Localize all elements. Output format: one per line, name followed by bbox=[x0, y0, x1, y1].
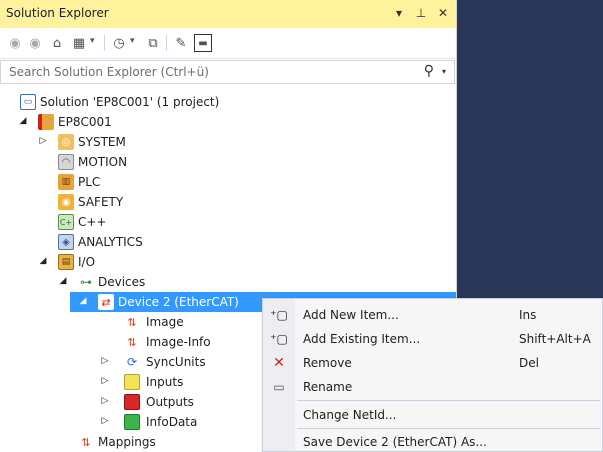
context-menu: ⁺▢ Add New Item... Ins ⁺▢ Add Existing I… bbox=[262, 298, 603, 452]
menu-item-add-existing-item[interactable]: ⁺▢ Add Existing Item... Shift+Alt+A bbox=[263, 327, 602, 351]
infodata-icon bbox=[124, 414, 140, 430]
panel-title: Solution Explorer bbox=[6, 6, 109, 20]
collapsed-icon[interactable]: ▷ bbox=[38, 136, 48, 148]
image-icon: ⇅ bbox=[127, 315, 137, 329]
menu-separator bbox=[297, 400, 600, 401]
solution-icon: ▭ bbox=[20, 94, 36, 110]
ide-window: Solution Explorer ▾ ⊥ ✕ ◉ ◉ ⌂ ▦ ▾ ◷ ▾ ⧉ … bbox=[0, 0, 603, 452]
tree-item-cpp[interactable]: C+ C++ bbox=[0, 212, 456, 232]
menu-separator bbox=[297, 428, 600, 429]
panel-toolbar: ◉ ◉ ⌂ ▦ ▾ ◷ ▾ ⧉ ✎ ▬ bbox=[0, 28, 456, 59]
menu-item-save-as[interactable]: Save Device 2 (EtherCAT) As... bbox=[263, 430, 602, 452]
analytics-icon: ◈ bbox=[58, 234, 74, 250]
system-icon: ◎ bbox=[58, 134, 74, 150]
menu-item-rename[interactable]: ▭ Rename bbox=[263, 375, 602, 399]
back-icon[interactable]: ◉ bbox=[6, 34, 24, 52]
panel-title-bar: Solution Explorer ▾ ⊥ ✕ bbox=[0, 0, 456, 28]
expanded-icon[interactable]: ◢ bbox=[38, 256, 48, 268]
syncunits-icon: ⟳ bbox=[126, 355, 138, 369]
expanded-icon[interactable]: ◢ bbox=[78, 296, 88, 308]
collapsed-icon[interactable]: ▷ bbox=[100, 356, 110, 368]
forward-icon[interactable]: ◉ bbox=[26, 34, 44, 52]
home-icon[interactable]: ⌂ bbox=[48, 34, 66, 52]
ethercat-device-icon: ⇄ bbox=[98, 294, 114, 310]
io-icon: ▤ bbox=[58, 254, 74, 270]
properties-icon[interactable]: ✎ bbox=[172, 34, 190, 52]
rename-icon: ▭ bbox=[273, 380, 285, 394]
tree-item-motion[interactable]: ◠ MOTION bbox=[0, 152, 456, 172]
expanded-icon[interactable]: ◢ bbox=[18, 116, 28, 128]
project-icon bbox=[38, 114, 54, 130]
outputs-icon bbox=[124, 394, 140, 410]
inputs-icon bbox=[124, 374, 140, 390]
pin-icon[interactable]: ⊥ bbox=[414, 4, 428, 22]
add-existing-item-icon: ⁺▢ bbox=[270, 332, 288, 346]
collapse-all-icon[interactable]: ⧉ bbox=[144, 34, 162, 52]
menu-item-change-netid[interactable]: Change NetId... bbox=[263, 403, 602, 427]
plc-icon: ▥ bbox=[58, 174, 74, 190]
tree-item-io[interactable]: ◢ ▤ I/O bbox=[0, 252, 456, 272]
search-options-dropdown-icon[interactable]: ▾ bbox=[442, 67, 446, 76]
safety-icon: ◉ bbox=[58, 194, 74, 210]
tree-item-analytics[interactable]: ◈ ANALYTICS bbox=[0, 232, 456, 252]
search-field[interactable]: Search Solution Explorer (Ctrl+ü) ⚲ ▾ bbox=[0, 60, 455, 84]
remove-icon: ✕ bbox=[273, 355, 285, 371]
tree-item-plc[interactable]: ▥ PLC bbox=[0, 172, 456, 192]
search-placeholder: Search Solution Explorer (Ctrl+ü) bbox=[9, 65, 209, 79]
expanded-icon[interactable]: ◢ bbox=[58, 276, 68, 288]
tree-item-devices[interactable]: ◢ ⊶ Devices bbox=[0, 272, 456, 292]
pending-changes-filter-icon[interactable]: ◷ bbox=[110, 34, 128, 52]
tree-item-safety[interactable]: ◉ SAFETY bbox=[0, 192, 456, 212]
cpp-icon: C+ bbox=[58, 214, 74, 230]
motion-icon: ◠ bbox=[58, 154, 74, 170]
tree-item-solution[interactable]: ▭ Solution 'EP8C001' (1 project) bbox=[0, 92, 456, 112]
add-new-item-icon: ⁺▢ bbox=[270, 308, 288, 322]
switch-views-icon[interactable]: ▦ bbox=[70, 34, 88, 52]
preview-icon[interactable]: ▬ bbox=[194, 34, 212, 52]
switch-views-dropdown-icon[interactable]: ▾ bbox=[90, 36, 95, 46]
tree-item-project[interactable]: ◢ EP8C001 bbox=[0, 112, 456, 132]
window-position-dropdown-icon[interactable]: ▾ bbox=[392, 4, 406, 22]
collapsed-icon[interactable]: ▷ bbox=[100, 376, 110, 388]
menu-item-remove[interactable]: ✕ Remove Del bbox=[263, 351, 602, 375]
search-icon[interactable]: ⚲ bbox=[424, 63, 434, 79]
collapsed-icon[interactable]: ▷ bbox=[100, 396, 110, 408]
tree-item-system[interactable]: ▷ ◎ SYSTEM bbox=[0, 132, 456, 152]
menu-item-add-new-item[interactable]: ⁺▢ Add New Item... Ins bbox=[263, 303, 602, 327]
filter-dropdown-icon[interactable]: ▾ bbox=[130, 36, 135, 46]
mappings-icon: ⇅ bbox=[81, 435, 91, 449]
collapsed-icon[interactable]: ▷ bbox=[100, 416, 110, 428]
close-icon[interactable]: ✕ bbox=[436, 4, 450, 22]
image-info-icon: ⇅ bbox=[127, 335, 137, 349]
devices-icon: ⊶ bbox=[80, 275, 92, 289]
